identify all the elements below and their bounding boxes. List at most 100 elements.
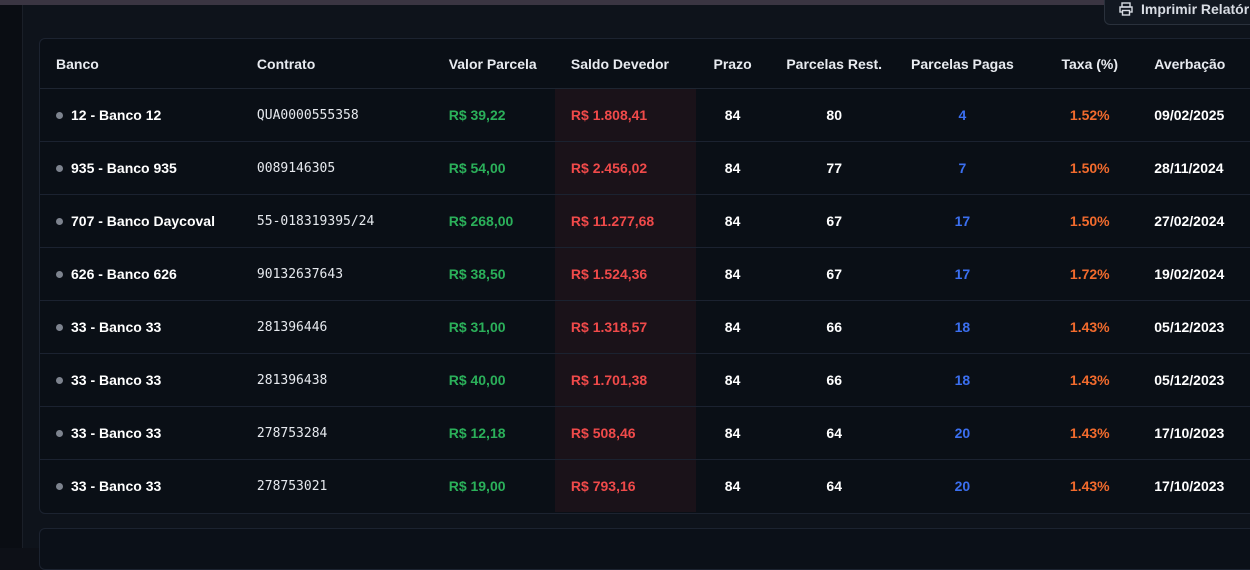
table-row[interactable]: 935 - Banco 935 0089146305 R$ 54,00 R$ 2… xyxy=(40,141,1250,195)
bank-name: 626 - Banco 626 xyxy=(71,266,177,282)
status-dot-icon xyxy=(56,270,63,278)
header-taxa[interactable]: Taxa (%) xyxy=(1025,39,1155,89)
status-dot-icon xyxy=(56,429,63,437)
cell-averbacao: 05/12/2023 xyxy=(1154,353,1250,407)
status-dot-icon xyxy=(56,164,63,172)
cell-parcelas-rest: 67 xyxy=(768,194,900,248)
cell-taxa: 1.50% xyxy=(1025,141,1155,195)
cell-averbacao: 28/11/2024 xyxy=(1154,141,1250,195)
cell-prazo: 84 xyxy=(696,194,769,248)
header-averbacao[interactable]: Averbação xyxy=(1154,39,1250,89)
cell-parcelas-pagas: 7 xyxy=(899,141,1026,195)
cell-saldo-devedor: R$ 793,16 xyxy=(554,459,697,512)
cell-parcelas-rest: 67 xyxy=(768,247,900,301)
table-header-row: Banco Contrato Valor Parcela Saldo Deved… xyxy=(40,39,1250,89)
cell-valor-parcela: R$ 39,22 xyxy=(448,88,555,142)
cell-banco: 626 - Banco 626 xyxy=(40,247,257,301)
table-row[interactable]: 626 - Banco 626 90132637643 R$ 38,50 R$ … xyxy=(40,247,1250,301)
cell-valor-parcela: R$ 38,50 xyxy=(448,247,555,301)
bank-name: 935 - Banco 935 xyxy=(71,160,177,176)
bank-name: 33 - Banco 33 xyxy=(71,425,162,441)
cell-averbacao: 27/02/2024 xyxy=(1154,194,1250,248)
cell-saldo-devedor: R$ 2.456,02 xyxy=(554,141,697,195)
cell-averbacao: 17/10/2023 xyxy=(1154,406,1250,460)
header-banco[interactable]: Banco xyxy=(40,39,257,89)
cell-contrato: 55-018319395/24 xyxy=(256,194,449,248)
header-parcelas-pagas[interactable]: Parcelas Pagas xyxy=(899,39,1026,89)
cell-saldo-devedor: R$ 1.318,57 xyxy=(554,300,697,354)
table-row[interactable]: 33 - Banco 33 281396446 R$ 31,00 R$ 1.31… xyxy=(40,300,1250,354)
contracts-table: Banco Contrato Valor Parcela Saldo Deved… xyxy=(40,39,1250,512)
cell-parcelas-pagas: 20 xyxy=(899,406,1026,460)
cell-contrato: 281396438 xyxy=(256,353,449,407)
cell-taxa: 1.52% xyxy=(1025,88,1155,142)
cell-parcelas-rest: 64 xyxy=(768,406,900,460)
cell-prazo: 84 xyxy=(696,300,769,354)
status-dot-icon xyxy=(56,323,63,331)
table-row[interactable]: 33 - Banco 33 278753284 R$ 12,18 R$ 508,… xyxy=(40,406,1250,460)
secondary-card xyxy=(39,528,1250,570)
header-parcelas-rest[interactable]: Parcelas Rest. xyxy=(768,39,900,89)
cell-banco: 33 - Banco 33 xyxy=(40,460,257,513)
header-saldo-devedor[interactable]: Saldo Devedor xyxy=(554,39,697,89)
cell-averbacao: 17/10/2023 xyxy=(1154,478,1225,494)
cell-taxa: 1.72% xyxy=(1025,247,1155,301)
cell-parcelas-rest: 66 xyxy=(768,300,900,354)
table-row[interactable]: 33 - Banco 33 278753021 R$ 19,00 R$ 793,… xyxy=(40,459,1250,513)
table-row[interactable]: 33 - Banco 33 281396438 R$ 40,00 R$ 1.70… xyxy=(40,353,1250,407)
table-row[interactable]: 707 - Banco Daycoval 55-018319395/24 R$ … xyxy=(40,194,1250,248)
cell-saldo-devedor: R$ 1.808,41 xyxy=(554,88,697,142)
cell-banco: 707 - Banco Daycoval xyxy=(40,194,257,248)
cell-banco: 33 - Banco 33 xyxy=(40,406,257,460)
contracts-table-card: Banco Contrato Valor Parcela Saldo Deved… xyxy=(39,38,1250,514)
cell-banco: 12 - Banco 12 xyxy=(40,88,257,142)
cell-averbacao: 09/02/2025 xyxy=(1154,88,1250,142)
cell-banco: 935 - Banco 935 xyxy=(40,141,257,195)
cell-taxa: 1.43% xyxy=(1069,478,1110,494)
header-contrato[interactable]: Contrato xyxy=(256,39,449,89)
cell-parcelas-rest: 80 xyxy=(768,88,900,142)
printer-icon xyxy=(1119,2,1133,16)
cell-contrato: 281396446 xyxy=(256,300,449,354)
cell-contrato: 278753284 xyxy=(256,406,449,460)
cell-saldo-devedor: R$ 1.701,38 xyxy=(554,353,697,407)
bank-name: 707 - Banco Daycoval xyxy=(71,213,215,229)
print-report-button[interactable]: Imprimir Relatório xyxy=(1104,0,1250,25)
bank-name: 33 - Banco 33 xyxy=(71,372,162,388)
cell-valor-parcela: R$ 54,00 xyxy=(448,141,555,195)
cell-valor-parcela: R$ 12,18 xyxy=(448,406,555,460)
cell-banco: 33 - Banco 33 xyxy=(40,300,257,354)
cell-parcelas-pagas: 20 xyxy=(954,478,971,494)
status-dot-icon xyxy=(56,217,63,225)
cell-valor-parcela: R$ 268,00 xyxy=(448,194,555,248)
status-dot-icon xyxy=(56,482,63,490)
cell-contrato: 90132637643 xyxy=(256,247,449,301)
cell-prazo: 84 xyxy=(696,353,769,407)
cell-prazo: 84 xyxy=(724,478,741,494)
status-dot-icon xyxy=(56,376,63,384)
cell-taxa: 1.43% xyxy=(1025,300,1155,354)
bank-name: 33 - Banco 33 xyxy=(71,319,162,335)
cell-contrato: QUA0000555358 xyxy=(256,88,449,142)
cell-saldo-devedor: R$ 11.277,68 xyxy=(554,194,697,248)
cell-contrato: 0089146305 xyxy=(256,141,449,195)
left-sidebar-edge xyxy=(0,5,23,548)
status-dot-icon xyxy=(56,111,63,119)
header-valor-parcela[interactable]: Valor Parcela xyxy=(448,39,555,89)
bank-name: 12 - Banco 12 xyxy=(71,107,162,123)
header-prazo[interactable]: Prazo xyxy=(696,39,769,89)
cell-averbacao: 19/02/2024 xyxy=(1154,247,1250,301)
print-report-label: Imprimir Relatório xyxy=(1141,1,1250,17)
cell-prazo: 84 xyxy=(696,141,769,195)
table-row[interactable]: 12 - Banco 12 QUA0000555358 R$ 39,22 R$ … xyxy=(40,88,1250,142)
cell-prazo: 84 xyxy=(696,406,769,460)
cell-valor-parcela: R$ 19,00 xyxy=(448,478,506,494)
cell-prazo: 84 xyxy=(696,247,769,301)
cell-parcelas-pagas: 17 xyxy=(899,247,1026,301)
cell-parcelas-rest: 64 xyxy=(826,478,842,494)
cell-parcelas-pagas: 18 xyxy=(899,353,1026,407)
cell-prazo: 84 xyxy=(696,88,769,142)
cell-valor-parcela: R$ 31,00 xyxy=(448,300,555,354)
cell-saldo-devedor: R$ 508,46 xyxy=(554,406,697,460)
cell-saldo-devedor: R$ 1.524,36 xyxy=(554,247,697,301)
